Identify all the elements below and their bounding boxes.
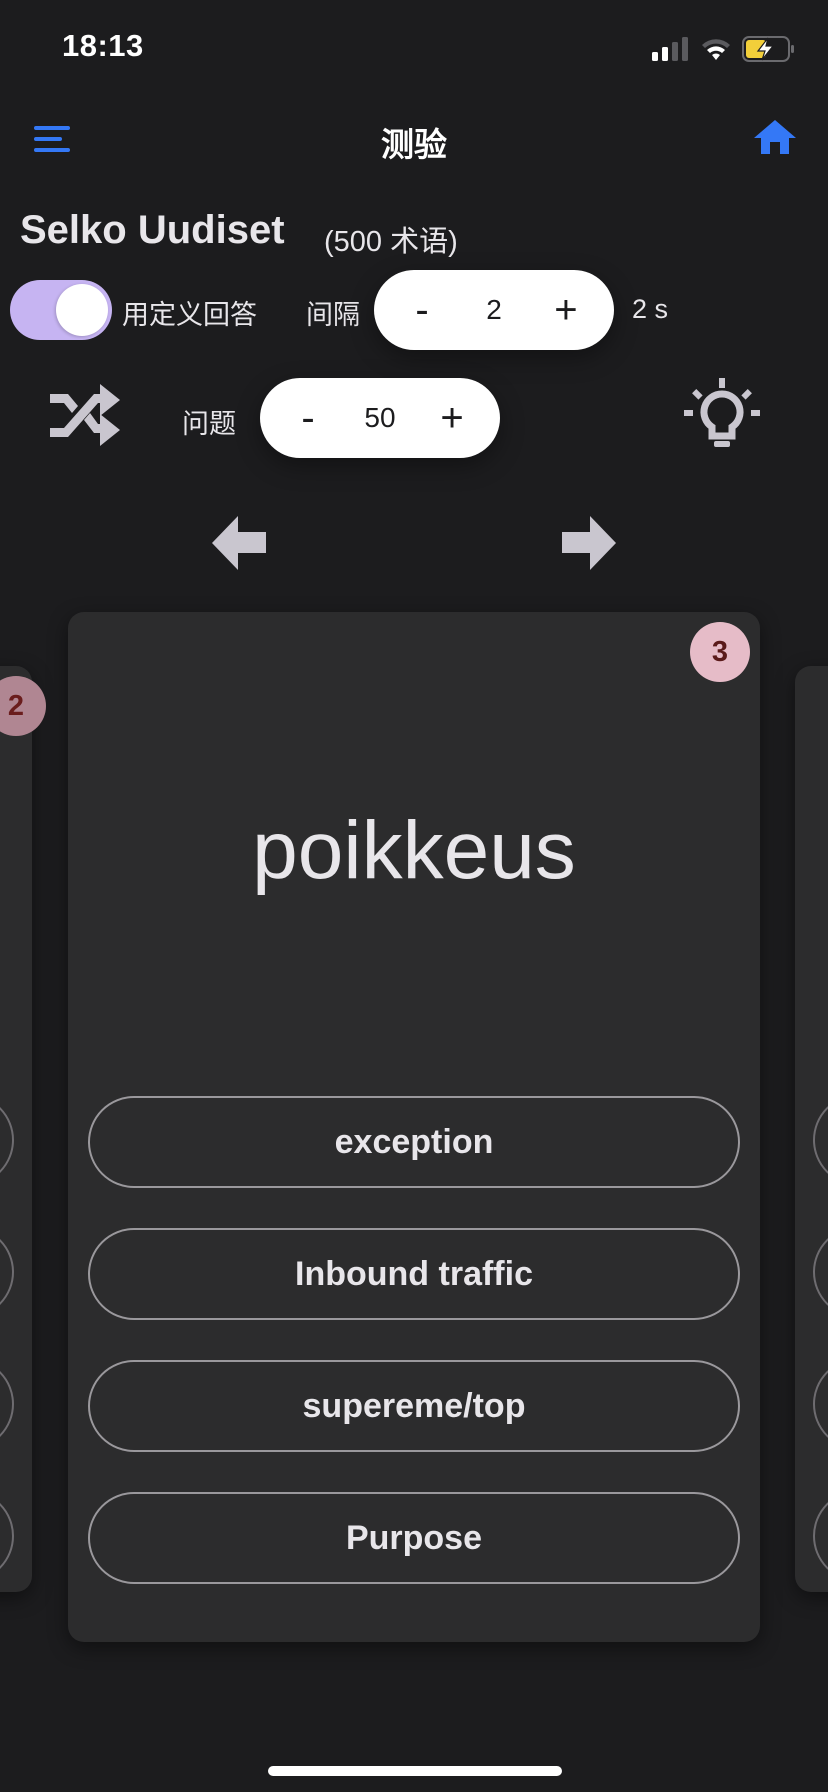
toggle-knob <box>56 284 108 336</box>
option-button <box>813 1094 828 1186</box>
answer-with-definition-toggle[interactable] <box>10 280 112 340</box>
answer-option-1[interactable]: exception <box>88 1096 740 1188</box>
option-button <box>813 1226 828 1318</box>
option-button <box>0 1490 14 1582</box>
quiz-card: 3 poikkeus exception Inbound traffic sup… <box>68 612 760 1642</box>
page-title: 测验 <box>381 126 447 163</box>
home-button[interactable] <box>754 120 796 156</box>
shuffle-button[interactable] <box>50 384 120 446</box>
wifi-icon <box>702 39 730 60</box>
answer-option-2[interactable]: Inbound traffic <box>88 1228 740 1320</box>
previous-card[interactable]: 2 <box>0 666 46 1592</box>
option-button <box>0 1226 14 1318</box>
previous-card-button[interactable] <box>212 516 268 570</box>
shuffle-icon <box>50 384 120 446</box>
questions-increment-button[interactable]: + <box>432 398 472 438</box>
battery-charging-icon <box>742 36 794 62</box>
status-time: 18:13 <box>62 28 144 63</box>
toggle-label: 用定义回答 <box>122 300 257 330</box>
answer-option-4[interactable]: Purpose <box>88 1492 740 1584</box>
deck-title: Selko Uudiset <box>20 208 285 252</box>
interval-label: 间隔 <box>306 300 360 330</box>
deck-term-count: (500 术语) <box>324 226 458 258</box>
interval-value: 2 <box>486 294 502 325</box>
option-button <box>0 1094 14 1186</box>
home-indicator[interactable] <box>268 1766 562 1776</box>
questions-stepper: - 50 + <box>260 378 500 458</box>
option-button <box>813 1490 828 1582</box>
cellular-signal-icon <box>652 37 688 61</box>
interval-stepper: - 2 + <box>374 270 614 350</box>
next-card[interactable] <box>795 666 828 1592</box>
answer-options: exception Inbound traffic supereme/top P… <box>88 1096 740 1624</box>
interval-display: 2 s <box>632 294 669 324</box>
arrow-right-icon <box>562 516 616 570</box>
card-number-badge: 3 <box>690 622 750 682</box>
questions-value: 50 <box>364 402 396 433</box>
quiz-term: poikkeus <box>252 805 576 896</box>
answer-option-3[interactable]: supereme/top <box>88 1360 740 1452</box>
card-number-badge: 2 <box>0 676 46 736</box>
hint-button[interactable] <box>682 378 762 458</box>
questions-decrement-button[interactable]: - <box>288 398 328 438</box>
option-button <box>0 1358 14 1450</box>
interval-decrement-button[interactable]: - <box>402 290 442 330</box>
next-card-button[interactable] <box>560 516 616 570</box>
option-button <box>813 1358 828 1450</box>
arrow-left-icon <box>212 516 266 570</box>
status-icons <box>652 36 796 62</box>
home-icon <box>754 120 796 154</box>
lightbulb-icon <box>684 378 760 447</box>
questions-label: 问题 <box>182 409 236 439</box>
interval-increment-button[interactable]: + <box>546 290 586 330</box>
